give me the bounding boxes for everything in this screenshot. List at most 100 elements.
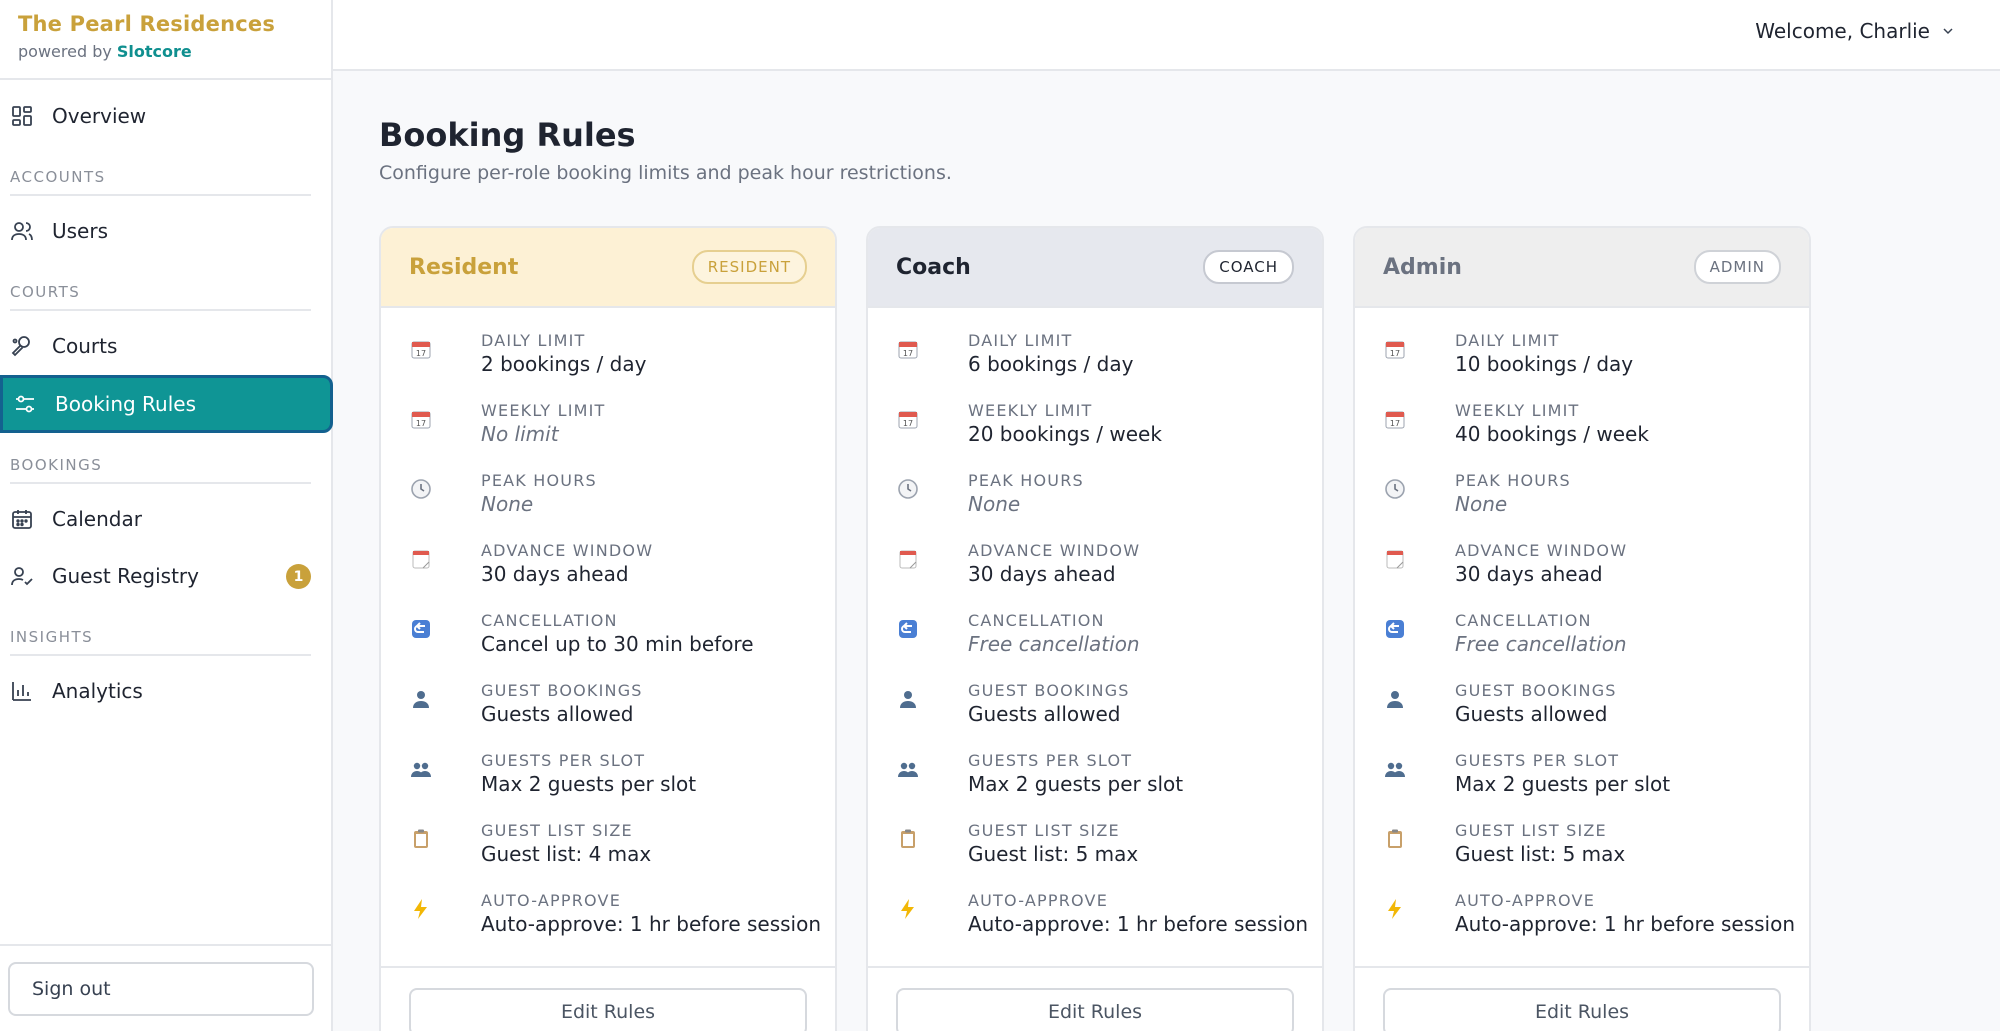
rule-cancellation: CANCELLATION Free cancellation xyxy=(1383,611,1783,673)
sign-out-button[interactable]: Sign out xyxy=(8,962,314,1016)
people-icon xyxy=(411,762,431,777)
user-menu[interactable]: Welcome, Charlie xyxy=(1755,19,1956,43)
rule-advance-window: ADVANCE WINDOW 30 days ahead xyxy=(409,541,809,603)
rule-weekly-limit: 17 WEEKLY LIMIT 20 bookings / week xyxy=(896,401,1296,463)
rule-label: GUEST BOOKINGS xyxy=(968,681,1130,700)
users-icon xyxy=(11,222,33,241)
rule-label: DAILY LIMIT xyxy=(481,331,586,350)
return-arrow-icon xyxy=(1386,620,1404,638)
sidebar-item-calendar[interactable]: Calendar xyxy=(0,490,333,548)
tear-off-calendar-icon xyxy=(1386,550,1404,569)
brand: The Pearl Residences powered by Slotcore xyxy=(0,0,331,80)
rule-value: Max 2 guests per slot xyxy=(1455,772,1671,796)
court-icon xyxy=(11,336,30,357)
sidebar-item-booking-rules[interactable]: Booking Rules xyxy=(0,375,333,433)
rule-label: GUESTS PER SLOT xyxy=(481,751,646,770)
rule-cancellation: CANCELLATION Cancel up to 30 min before xyxy=(409,611,809,673)
role-card-coach: Coach COACH 17 DAILY LIMIT 6 bookings / day 1… xyxy=(866,226,1324,1031)
calendar-icon: 17 xyxy=(411,341,431,359)
sidebar-item-label: Booking Rules xyxy=(55,392,197,416)
rule-label: ADVANCE WINDOW xyxy=(968,541,1141,560)
rule-auto-approve: AUTO-APPROVE Auto-approve: 1 hr before se… xyxy=(409,891,821,953)
calendar-icon: 17 xyxy=(1385,341,1405,359)
rule-label: PEAK HOURS xyxy=(968,471,1084,490)
rule-guests-per-slot: GUESTS PER SLOT Max 2 guests per slot xyxy=(896,751,1296,813)
clock-icon xyxy=(1385,479,1405,499)
rule-label: CANCELLATION xyxy=(1455,611,1592,630)
rule-label: GUEST BOOKINGS xyxy=(1455,681,1617,700)
rule-daily-limit: 17 DAILY LIMIT 10 bookings / day xyxy=(1383,331,1783,393)
calendar-icon: 17 xyxy=(1385,411,1405,429)
tear-off-calendar-icon xyxy=(899,550,917,569)
role-name: Admin xyxy=(1383,254,1462,280)
rule-value: 6 bookings / day xyxy=(968,352,1134,376)
people-icon xyxy=(1385,762,1405,777)
rule-value: Auto-approve: 1 hr before session xyxy=(968,912,1309,936)
calendar-icon: 17 xyxy=(411,411,431,429)
rule-value: Max 2 guests per slot xyxy=(968,772,1184,796)
rule-label: CANCELLATION xyxy=(968,611,1105,630)
sidebar-item-overview[interactable]: Overview xyxy=(0,87,333,145)
sidebar-item-label: Overview xyxy=(52,104,147,128)
sidebar-item-label: Analytics xyxy=(52,679,143,703)
rule-value: Guest list: 5 max xyxy=(1455,842,1626,866)
role-badge: ADMIN xyxy=(1693,250,1781,284)
rule-label: AUTO-APPROVE xyxy=(481,891,622,910)
rule-value: 20 bookings / week xyxy=(968,422,1162,446)
page-subtitle: Configure per-role booking limits and pe… xyxy=(379,162,952,184)
rule-auto-approve: AUTO-APPROVE Auto-approve: 1 hr before se… xyxy=(1383,891,1795,953)
svg-text:17: 17 xyxy=(416,349,426,358)
rule-value: Free cancellation xyxy=(1455,632,1627,656)
rule-guest-bookings: GUEST BOOKINGS Guests allowed xyxy=(409,681,809,743)
rule-daily-limit: 17 DAILY LIMIT 6 bookings / day xyxy=(896,331,1296,393)
rule-value: Guest list: 5 max xyxy=(968,842,1139,866)
rule-value: 40 bookings / week xyxy=(1455,422,1649,446)
rule-auto-approve: AUTO-APPROVE Auto-approve: 1 hr before se… xyxy=(896,891,1308,953)
edit-rules-button[interactable]: Edit Rules xyxy=(409,988,807,1031)
analytics-icon xyxy=(12,682,31,701)
rule-advance-window: ADVANCE WINDOW 30 days ahead xyxy=(896,541,1296,603)
rule-value: Free cancellation xyxy=(968,632,1140,656)
sidebar-item-courts[interactable]: Courts xyxy=(0,317,333,375)
lightning-icon xyxy=(901,899,914,919)
rule-guest-bookings: GUEST BOOKINGS Guests allowed xyxy=(1383,681,1783,743)
rule-value: Cancel up to 30 min before xyxy=(481,632,754,656)
welcome-text: Welcome, Charlie xyxy=(1755,19,1930,43)
rule-label: GUESTS PER SLOT xyxy=(968,751,1133,770)
rule-weekly-limit: 17 WEEKLY LIMIT No limit xyxy=(409,401,809,463)
rule-peak-hours: PEAK HOURS None xyxy=(1383,471,1783,533)
topbar: Welcome, Charlie xyxy=(333,0,2000,71)
svg-text:17: 17 xyxy=(1390,349,1400,358)
edit-rules-button[interactable]: Edit Rules xyxy=(1383,988,1781,1031)
people-icon xyxy=(898,762,918,777)
rule-value: 30 days ahead xyxy=(1455,562,1603,586)
rule-label: GUEST BOOKINGS xyxy=(481,681,643,700)
sliders-icon xyxy=(16,395,34,413)
rule-value: Max 2 guests per slot xyxy=(481,772,697,796)
rule-daily-limit: 17 DAILY LIMIT 2 bookings / day xyxy=(409,331,809,393)
rule-advance-window: ADVANCE WINDOW 30 days ahead xyxy=(1383,541,1783,603)
card-footer: Edit Rules xyxy=(381,966,835,1031)
card-header: Resident RESIDENT xyxy=(381,228,835,308)
sidebar-item-guest-registry[interactable]: Guest Registry 1 xyxy=(0,547,333,605)
chevron-down-icon xyxy=(1943,28,1953,35)
section-courts: COURTS xyxy=(10,283,311,311)
rule-value: Auto-approve: 1 hr before session xyxy=(481,912,822,936)
sidebar-item-label: Guest Registry xyxy=(52,564,199,588)
rule-guests-per-slot: GUESTS PER SLOT Max 2 guests per slot xyxy=(1383,751,1783,813)
rule-label: AUTO-APPROVE xyxy=(1455,891,1596,910)
edit-rules-button[interactable]: Edit Rules xyxy=(896,988,1294,1031)
sidebar-item-analytics[interactable]: Analytics xyxy=(0,662,333,720)
sidebar-item-label: Calendar xyxy=(52,507,142,531)
person-icon xyxy=(413,691,429,708)
rule-value: None xyxy=(1455,492,1508,516)
person-icon xyxy=(1387,691,1403,708)
sidebar-item-users[interactable]: Users xyxy=(0,202,333,260)
rule-label: GUESTS PER SLOT xyxy=(1455,751,1620,770)
clipboard-icon xyxy=(414,829,428,848)
sidebar: The Pearl Residences powered by Slotcore… xyxy=(0,0,333,1031)
role-card-admin: Admin ADMIN 17 DAILY LIMIT 10 bookings / day… xyxy=(1353,226,1811,1031)
clipboard-icon xyxy=(901,829,915,848)
card-header: Coach COACH xyxy=(868,228,1322,308)
tear-off-calendar-icon xyxy=(412,550,430,569)
